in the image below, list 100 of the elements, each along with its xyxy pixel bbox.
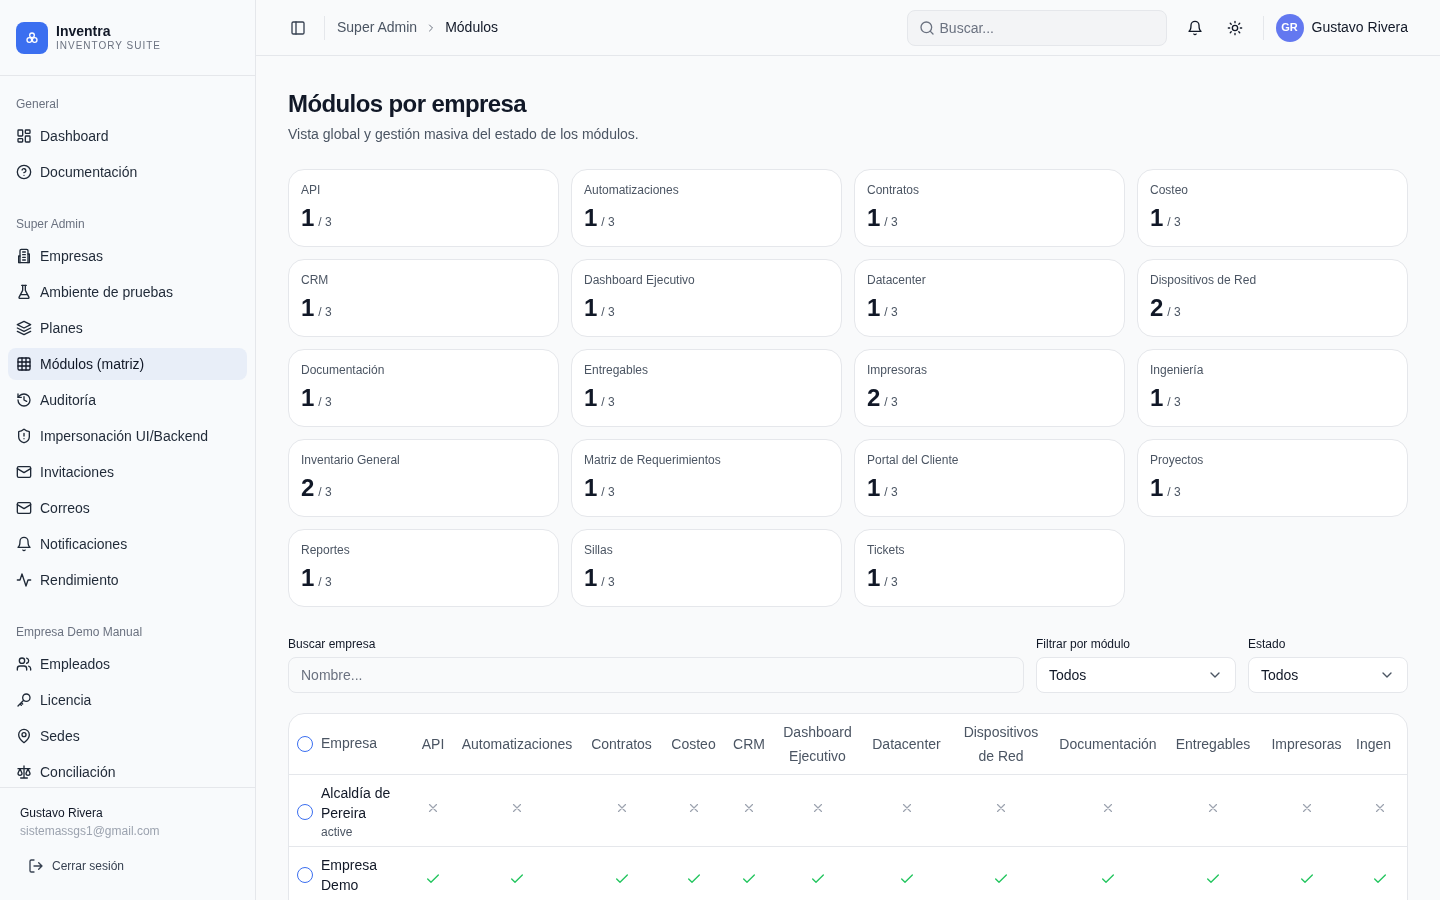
module-count: 2 [301, 473, 315, 503]
brand-subtitle: INVENTORY SUITE [56, 40, 162, 53]
sidebar-item[interactable]: Módulos (matriz) [8, 348, 247, 380]
module-count: 1 [1150, 383, 1164, 413]
page-title: Módulos por empresa [288, 89, 528, 119]
module-count: 1 [301, 563, 315, 593]
select-field[interactable]: Todos [1248, 657, 1408, 693]
sidebar-item[interactable]: Correos [8, 492, 247, 524]
module-total: / 3 [318, 394, 332, 411]
sidebar-item[interactable]: Empleados [8, 648, 247, 680]
module-total: / 3 [884, 304, 898, 321]
search-field[interactable]: Buscar... [906, 9, 1167, 46]
module-count: 1 [584, 473, 598, 503]
page-subtitle: Vista global y gestión masiva del estado de los módulos. [288, 125, 640, 144]
avatar: GR [1275, 13, 1304, 42]
select-field[interactable]: Todos [1036, 657, 1236, 693]
module-count: 1 [584, 293, 598, 323]
module-count: 2 [867, 383, 881, 413]
column-header: Datacenter [872, 735, 941, 752]
module-total: / 3 [601, 574, 615, 591]
section-label: Super Admin [15, 216, 86, 233]
module-total: / 3 [1167, 304, 1181, 321]
module-name: CRM [301, 272, 330, 288]
module-total: / 3 [1167, 394, 1181, 411]
module-total: / 3 [1167, 214, 1181, 231]
module-name: Automatizaciones [584, 182, 680, 198]
module-count: 1 [867, 203, 881, 233]
module-name: Proyectos [1150, 452, 1205, 468]
column-header: Ingen [1356, 735, 1392, 752]
sidebar-item[interactable]: Rendimiento [8, 564, 247, 596]
module-total: / 3 [884, 574, 898, 591]
module-count: 1 [301, 383, 315, 413]
column-header: Costeo [671, 735, 716, 752]
module-count: 1 [867, 473, 881, 503]
module-total: / 3 [601, 484, 615, 501]
user-email: sistemassgs1@gmail.com [20, 823, 161, 840]
module-name: Reportes [301, 542, 351, 558]
sidebar-item[interactable]: Dashboard [8, 120, 247, 152]
logout-button[interactable]: Cerrar sesión [20, 852, 133, 880]
column-header: Documentación [1059, 735, 1157, 752]
sidebar-item[interactable]: Sedes [8, 720, 247, 752]
module-total: / 3 [601, 304, 615, 321]
company-name: Alcaldía de Pereira [321, 783, 392, 823]
module-count: 1 [867, 563, 881, 593]
sidebar-item[interactable]: Ambiente de pruebas [8, 276, 247, 308]
module-name: Inventario General [301, 452, 401, 468]
module-count: 1 [1150, 203, 1164, 233]
sidebar-item[interactable]: Conciliación [8, 756, 247, 787]
module-name: Documentación [301, 362, 386, 378]
module-name: Dispositivos de Red [1150, 272, 1258, 288]
module-count: 1 [867, 293, 881, 323]
breadcrumb-item[interactable]: Super Admin [337, 17, 418, 38]
column-header: Dispositivos de Red [963, 723, 1039, 764]
module-total: / 3 [318, 214, 332, 231]
module-name: Impresoras [867, 362, 929, 378]
breadcrumb-item: Módulos [445, 18, 499, 37]
module-total: / 3 [318, 574, 332, 591]
module-name: Ingeniería [1150, 362, 1205, 378]
module-name: Entregables [584, 362, 650, 378]
module-count: 1 [301, 293, 315, 323]
company-name: Empresa Demo [321, 855, 379, 895]
search-field[interactable]: Nombre... [288, 657, 1024, 693]
module-total: / 3 [601, 214, 615, 231]
module-name: API [301, 182, 322, 198]
user-name: Gustavo Rivera [20, 805, 104, 822]
sidebar-item[interactable]: Licencia [8, 684, 247, 716]
sidebar-item[interactable]: Empresas [8, 240, 247, 272]
field-label: Estado [1248, 636, 1287, 653]
sidebar-item[interactable]: Planes [8, 312, 247, 344]
module-total: / 3 [884, 214, 898, 231]
column-header: Contratos [591, 735, 652, 752]
module-name: Sillas [584, 542, 614, 558]
module-total: / 3 [318, 304, 332, 321]
column-header: Impresoras [1271, 735, 1342, 752]
module-name: Portal del Cliente [867, 452, 960, 468]
column-header: Automatizaciones [461, 735, 573, 752]
section-label: General [15, 96, 60, 113]
sidebar-item[interactable]: Invitaciones [8, 456, 247, 488]
module-count: 1 [301, 203, 315, 233]
module-name: Tickets [867, 542, 906, 558]
sidebar-item[interactable]: Notificaciones [8, 528, 247, 560]
module-count: 1 [584, 563, 598, 593]
module-count: 1 [1150, 473, 1164, 503]
section-label: Empresa Demo Manual [15, 624, 144, 641]
module-name: Matriz de Requerimientos [584, 452, 722, 468]
module-total: / 3 [884, 484, 898, 501]
module-count: 1 [584, 383, 598, 413]
module-name: Costeo [1150, 182, 1190, 198]
sidebar-item[interactable]: Auditoría [8, 384, 247, 416]
brand-name: Inventra [56, 22, 112, 40]
column-header: CRM [733, 735, 765, 752]
field-label: Filtrar por módulo [1036, 636, 1132, 653]
sidebar-item[interactable]: Impersonación UI/Backend [8, 420, 247, 452]
module-total: / 3 [601, 394, 615, 411]
module-total: / 3 [1167, 484, 1181, 501]
module-count: 1 [584, 203, 598, 233]
module-total: / 3 [884, 394, 898, 411]
module-count: 2 [1150, 293, 1164, 323]
module-name: Contratos [867, 182, 921, 198]
sidebar-item[interactable]: Documentación [8, 156, 247, 188]
